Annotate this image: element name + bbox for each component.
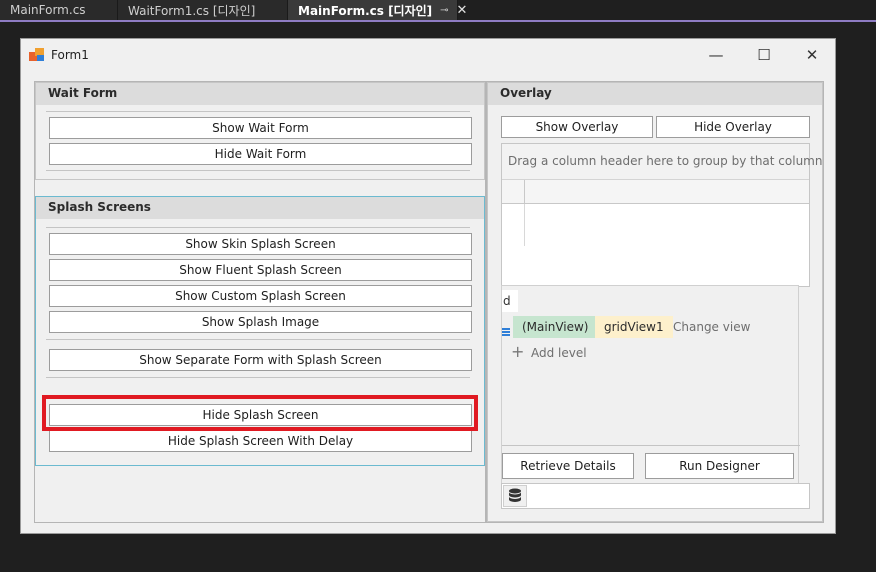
minimize-button[interactable]: — (701, 45, 731, 65)
tab-label: MainForm.cs (10, 3, 86, 17)
hide-splash-delay-button[interactable]: Hide Splash Screen With Delay (49, 430, 472, 452)
show-separate-form-button[interactable]: Show Separate Form with Splash Screen (49, 349, 472, 371)
datasource-strip (501, 483, 810, 509)
close-button[interactable]: ✕ (797, 45, 827, 65)
main-view-chip[interactable]: (MainView) (513, 316, 598, 338)
divider (502, 445, 800, 446)
hide-wait-form-button[interactable]: Hide Wait Form (49, 143, 472, 165)
title-bar: Form1 — ☐ ✕ (21, 39, 835, 71)
tab-mainform-designer[interactable]: MainForm.cs [디자인] ⊸ ✕ (288, 0, 467, 20)
divider (46, 339, 470, 340)
group-header: Splash Screens (36, 197, 484, 219)
highlight-box (42, 395, 478, 431)
group-header: Wait Form (36, 83, 484, 105)
add-level-link[interactable]: Add level (531, 346, 587, 360)
group-header: Overlay (488, 83, 822, 105)
divider (46, 377, 470, 378)
overlay-group: Overlay Show Overlay Hide Overlay Drag a… (487, 82, 823, 522)
column-header-row[interactable] (502, 180, 809, 204)
show-skin-splash-button[interactable]: Show Skin Splash Screen (49, 233, 472, 255)
pin-icon[interactable]: ⊸ (440, 5, 448, 16)
database-icon[interactable] (503, 485, 527, 507)
run-designer-button[interactable]: Run Designer (645, 453, 794, 479)
group-panel[interactable]: Drag a column header here to group by th… (502, 144, 822, 180)
grid-icon (502, 321, 510, 336)
show-custom-splash-button[interactable]: Show Custom Splash Screen (49, 285, 472, 307)
gridview1-chip[interactable]: gridView1 (595, 316, 673, 338)
wait-form-group: Wait Form Show Wait Form Hide Wait Form (35, 82, 485, 180)
right-container: Overlay Show Overlay Hide Overlay Drag a… (486, 81, 824, 523)
show-overlay-button[interactable]: Show Overlay (501, 116, 653, 138)
plus-icon[interactable]: + (511, 344, 524, 360)
tab-label: WaitForm1.cs [디자인] (128, 3, 256, 18)
show-splash-image-button[interactable]: Show Splash Image (49, 311, 472, 333)
show-fluent-splash-button[interactable]: Show Fluent Splash Screen (49, 259, 472, 281)
level-designer-panel: d (MainView) gridView1 Change view + Add… (501, 285, 800, 485)
retrieve-details-button[interactable]: Retrieve Details (502, 453, 634, 479)
change-view-link[interactable]: Change view (673, 320, 750, 334)
grid-control[interactable]: Drag a column header here to group by th… (501, 143, 822, 287)
window-title: Form1 (51, 48, 89, 62)
level-fragment: d (502, 290, 518, 312)
row-indicator-line (524, 204, 525, 246)
left-container: Wait Form Show Wait Form Hide Wait Form … (34, 81, 486, 523)
ide-tab-bar: MainForm.cs WaitForm1.cs [디자인] MainForm.… (0, 0, 876, 22)
hide-overlay-button[interactable]: Hide Overlay (656, 116, 810, 138)
tab-label: MainForm.cs [디자인] (298, 3, 433, 18)
tab-mainform-cs[interactable]: MainForm.cs (0, 0, 118, 20)
show-wait-form-button[interactable]: Show Wait Form (49, 117, 472, 139)
column-divider (524, 180, 525, 204)
form-window: Form1 — ☐ ✕ Wait Form Show Wait Form Hid… (20, 38, 836, 534)
tab-waitform1-designer[interactable]: WaitForm1.cs [디자인] (118, 0, 288, 20)
divider (46, 227, 470, 228)
maximize-button[interactable]: ☐ (749, 45, 779, 65)
divider (46, 170, 470, 171)
close-tab-icon[interactable]: ✕ (457, 3, 468, 18)
divider (46, 111, 470, 112)
app-logo-icon (29, 48, 45, 62)
